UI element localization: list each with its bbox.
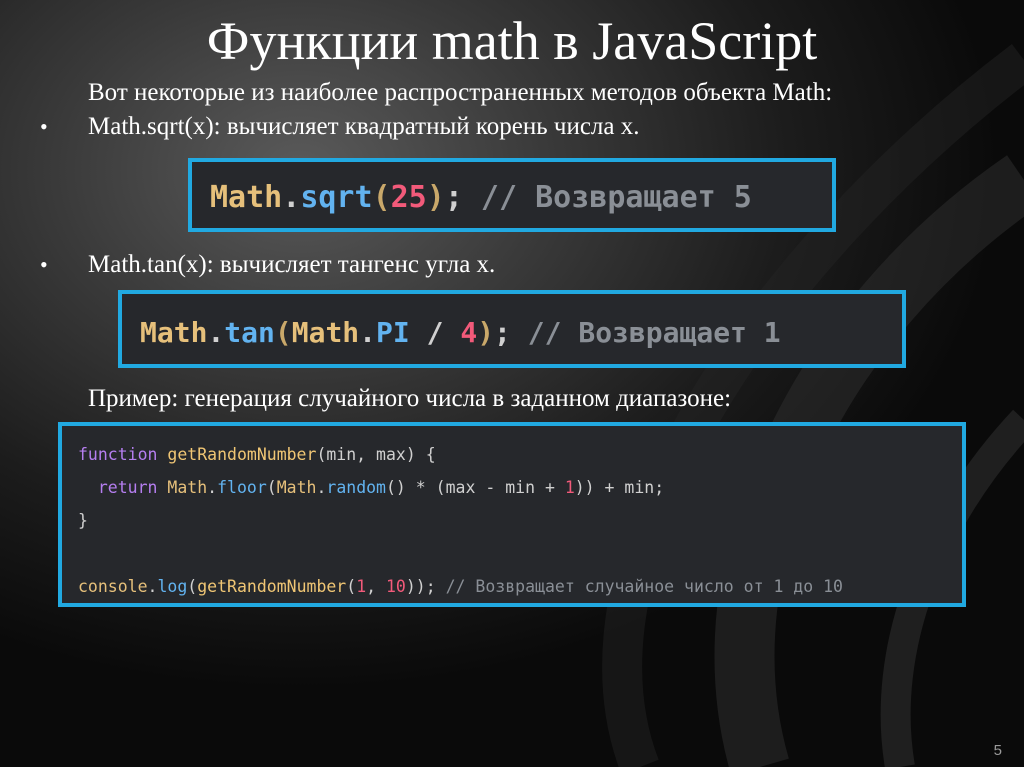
code-token: . [207, 316, 225, 349]
code-token: random [326, 478, 386, 497]
example-caption: Пример: генерация случайного числа в зад… [88, 385, 732, 412]
code-token: PI [376, 316, 410, 349]
code-comment: // Возвращает случайное число от 1 до 10 [435, 577, 843, 596]
code-token: 10 [386, 577, 406, 596]
code-token: )); [405, 577, 436, 596]
code-token: ( [346, 577, 357, 596]
code-token: , [366, 577, 386, 596]
code-token: . [316, 478, 327, 497]
code-token: getRandomNumber [197, 577, 347, 596]
code-line-2: return Math.floor(Math.random() * (max -… [78, 471, 962, 504]
code-token: Math [291, 316, 360, 349]
code-token: ) [426, 180, 445, 215]
code-token: ; [444, 180, 463, 215]
code-token: ; [494, 316, 511, 349]
code-line-1: function getRandomNumber(min, max) { [78, 438, 962, 471]
bullet-marker-1: • [40, 114, 48, 139]
code-token: . [359, 316, 377, 349]
code-token: . [207, 478, 218, 497]
code-comment: // Возвращает 5 [462, 180, 752, 215]
page-number: 5 [993, 742, 1002, 759]
code-token: console [78, 577, 148, 596]
code-token: return [97, 478, 158, 497]
code-line-3: } [78, 511, 88, 530]
bullet-sqrt-text: Math.sqrt(x): вычисляет квадратный корен… [88, 113, 640, 140]
code-token: () * (max - min + [386, 478, 565, 497]
code-block-tan: Math.tan(Math.PI / 4); // Возвращает 1 [118, 290, 906, 368]
code-token: tan [224, 316, 275, 349]
code-token: ) [477, 316, 495, 349]
code-token: 4 [460, 316, 478, 349]
code-comment: // Возвращает 1 [510, 316, 781, 349]
code-token: / [409, 316, 461, 349]
code-token: Math [157, 478, 208, 497]
bullet-tan-text: Math.tan(x): вычисляет тангенс угла x. [88, 251, 496, 278]
code-line-4: ​ [78, 537, 962, 570]
code-token: 1 [356, 577, 367, 596]
code-token: )) + min; [574, 478, 665, 497]
code-token: . [282, 180, 301, 215]
code-token: ( [187, 577, 198, 596]
code-token: sqrt [300, 180, 373, 215]
code-token: Math [140, 316, 208, 349]
code-block-random: function getRandomNumber(min, max) { ret… [58, 422, 966, 607]
code-token: . [147, 577, 158, 596]
code-token: 1 [564, 478, 575, 497]
code-token: Math [210, 180, 283, 215]
bullet-marker-2: • [40, 252, 48, 277]
code-token: floor [217, 478, 267, 497]
code-token: getRandomNumber [157, 445, 317, 464]
code-token: (min, max) { [316, 445, 436, 464]
code-line-5: console.log(getRandomNumber(1, 10)); // … [78, 570, 962, 603]
slide-title: Функции math в JavaScript [206, 11, 818, 71]
code-token: 25 [390, 180, 427, 215]
code-token: function [78, 445, 158, 464]
code-token: ( [274, 316, 292, 349]
code-token: Math [276, 478, 317, 497]
intro-text: Вот некоторые из наиболее распространенн… [88, 79, 833, 106]
code-token: log [157, 577, 188, 596]
code-token: ( [372, 180, 391, 215]
code-token: ( [266, 478, 277, 497]
code-block-sqrt: Math.sqrt(25); // Возвращает 5 [188, 158, 836, 232]
